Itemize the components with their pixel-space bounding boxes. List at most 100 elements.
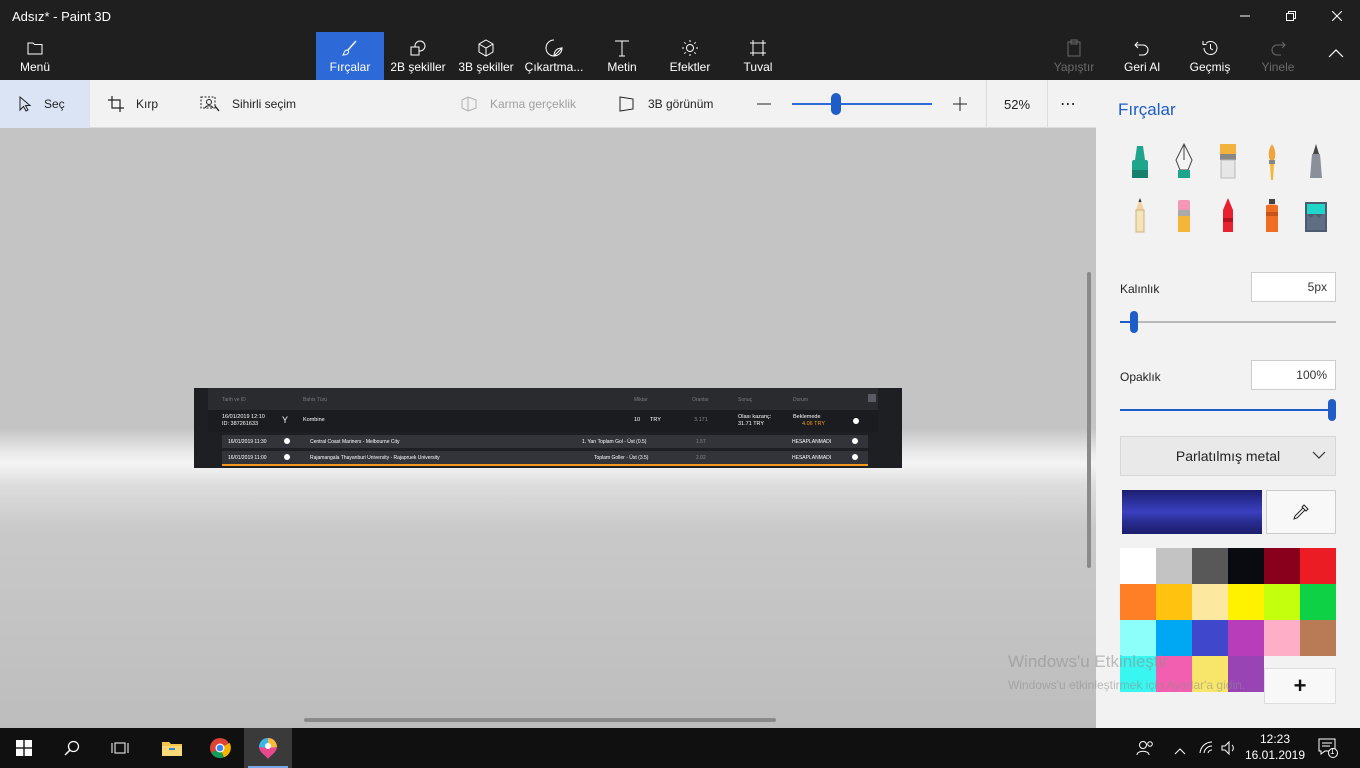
taskbar-clock[interactable]: 12:23 16.01.2019 <box>1244 731 1306 763</box>
window-title: Adsız* - Paint 3D <box>12 9 111 24</box>
zoom-in-button[interactable] <box>952 80 968 128</box>
mixed-reality-icon <box>461 96 477 112</box>
tab-brushes[interactable]: Fırçalar <box>316 32 384 80</box>
color-swatch[interactable] <box>1120 620 1156 656</box>
paint-3d-button[interactable] <box>244 728 292 768</box>
volume-icon[interactable] <box>1220 740 1238 761</box>
material-dropdown[interactable]: Parlatılmış metal <box>1120 436 1336 476</box>
opacity-slider-thumb[interactable] <box>1328 399 1336 421</box>
color-swatch[interactable] <box>1192 620 1228 656</box>
network-icon[interactable] <box>1198 740 1214 761</box>
eraser-icon[interactable] <box>1170 196 1198 236</box>
menu-button[interactable]: Menü <box>10 32 60 80</box>
color-swatch[interactable] <box>1264 620 1300 656</box>
marker-brush-icon[interactable] <box>1126 142 1154 182</box>
zoom-out-button[interactable] <box>756 80 772 128</box>
opacity-label: Opaklık <box>1120 370 1161 384</box>
search-button[interactable] <box>48 728 96 768</box>
action-center-button[interactable]: 1 <box>1318 738 1338 763</box>
zoom-slider-thumb[interactable] <box>831 93 841 115</box>
history-button[interactable]: Geçmiş <box>1184 32 1236 80</box>
color-swatch[interactable] <box>1120 584 1156 620</box>
oil-brush-icon[interactable] <box>1214 142 1242 182</box>
people-icon[interactable] <box>1136 740 1154 761</box>
undo-button[interactable]: Geri Al <box>1116 32 1168 80</box>
material-dropdown-value: Parlatılmış metal <box>1175 448 1281 464</box>
3d-view-button[interactable]: 3B görünüm <box>618 80 728 128</box>
image-sub-row: 16/01/2019 11:30 Central Coast Mariners … <box>222 435 868 448</box>
crop-tool-label: Kırp <box>136 97 159 111</box>
task-view-button[interactable] <box>96 728 144 768</box>
spray-can-icon[interactable] <box>1258 196 1286 236</box>
thickness-slider-thumb[interactable] <box>1130 311 1139 333</box>
opacity-input[interactable]: 100% <box>1251 360 1336 390</box>
color-swatch[interactable] <box>1300 548 1336 584</box>
sticker-icon <box>545 39 563 57</box>
color-swatch[interactable] <box>1156 548 1192 584</box>
tab-text[interactable]: Metin <box>596 32 648 80</box>
magic-select-tool[interactable]: Sihirli seçim <box>200 80 320 128</box>
tab-2d-shapes[interactable]: 2B şekiller <box>386 32 450 80</box>
canvas-area[interactable]: Tarih ve ID Bahis Türü Miktar Oranlar So… <box>0 128 1096 728</box>
brush-icon <box>341 40 357 56</box>
close-button[interactable] <box>1314 0 1360 32</box>
fill-bucket-icon[interactable] <box>1302 196 1330 236</box>
image-header-result: Sonuç <box>738 397 753 403</box>
color-swatch[interactable] <box>1156 620 1192 656</box>
crayon-icon[interactable] <box>1214 196 1242 236</box>
color-swatch[interactable] <box>1228 620 1264 656</box>
thickness-input[interactable]: 5px <box>1251 272 1336 302</box>
pencil-icon[interactable] <box>1126 196 1154 236</box>
eyedropper-button[interactable] <box>1266 490 1336 534</box>
color-swatch[interactable] <box>1264 584 1300 620</box>
tab-stickers[interactable]: Çıkartma... <box>522 32 586 80</box>
redo-label: Yinele <box>1261 60 1295 74</box>
canvas-image[interactable]: Tarih ve ID Bahis Türü Miktar Oranlar So… <box>194 388 902 468</box>
select-tool[interactable]: Seç <box>0 80 90 128</box>
chrome-button[interactable] <box>196 728 244 768</box>
crop-tool[interactable]: Kırp <box>108 80 188 128</box>
file-explorer-icon <box>162 742 182 756</box>
horizontal-scrollbar[interactable] <box>304 718 776 722</box>
color-swatch[interactable] <box>1192 584 1228 620</box>
paste-button[interactable]: Yapıştır <box>1048 32 1100 80</box>
watercolor-brush-icon[interactable] <box>1258 142 1286 182</box>
tab-canvas-label: Tuval <box>743 60 773 74</box>
color-swatch[interactable] <box>1120 548 1156 584</box>
restore-button[interactable] <box>1268 0 1314 32</box>
color-swatch[interactable] <box>1264 548 1300 584</box>
color-swatch[interactable] <box>1300 620 1336 656</box>
file-explorer-button[interactable] <box>148 728 196 768</box>
zoom-slider-track[interactable] <box>792 103 932 105</box>
start-button[interactable] <box>0 728 48 768</box>
calligraphy-pen-icon[interactable] <box>1170 142 1198 182</box>
tab-3d-shapes[interactable]: 3B şekiller <box>454 32 518 80</box>
tool-toolbar: Seç Kırp Sihirli seçim Karma gerçeklik 3… <box>0 80 1096 128</box>
add-color-button[interactable]: + <box>1264 668 1336 704</box>
tab-effects[interactable]: Efektler <box>662 32 718 80</box>
redo-button[interactable]: Yinele <box>1252 32 1304 80</box>
color-swatch[interactable] <box>1156 584 1192 620</box>
current-color-swatch[interactable] <box>1122 490 1262 534</box>
more-options-button[interactable]: ⋯ <box>1060 80 1084 128</box>
pixel-pen-icon[interactable] <box>1302 142 1330 182</box>
vertical-scrollbar[interactable] <box>1087 272 1091 568</box>
minimize-button[interactable] <box>1222 0 1268 32</box>
zoom-level[interactable]: 52% <box>986 80 1048 128</box>
image-ball-icon <box>284 438 290 444</box>
restore-icon <box>1286 11 1296 21</box>
color-swatch[interactable] <box>1228 584 1264 620</box>
tab-canvas[interactable]: Tuval <box>734 32 782 80</box>
mixed-reality-button[interactable]: Karma gerçeklik <box>460 80 590 128</box>
activation-watermark-title: Windows'u Etkinleştir <box>1008 652 1169 671</box>
color-swatch[interactable] <box>1192 548 1228 584</box>
close-icon <box>1332 11 1342 21</box>
thickness-slider-track[interactable] <box>1120 321 1336 323</box>
collapse-ribbon-button[interactable] <box>1316 32 1356 80</box>
color-swatch[interactable] <box>1300 584 1336 620</box>
image-main-type: Kombine <box>303 417 325 423</box>
image-sub-match: Rajamangala Thayanburi University - Raja… <box>310 455 440 461</box>
undo-label: Geri Al <box>1123 60 1160 74</box>
show-hidden-icons-chevron-icon[interactable] <box>1174 742 1186 760</box>
color-swatch[interactable] <box>1228 548 1264 584</box>
